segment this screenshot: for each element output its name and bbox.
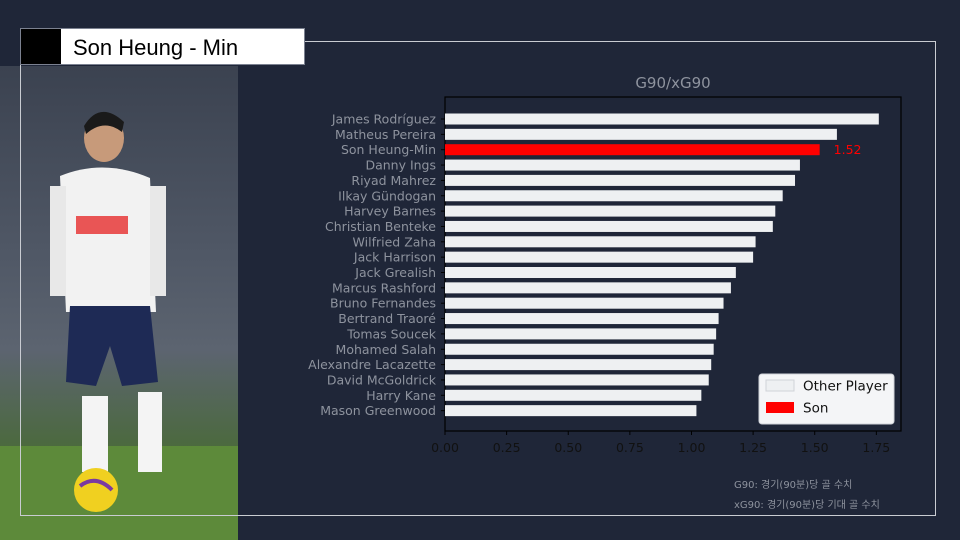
bar — [445, 282, 731, 294]
bar — [445, 128, 837, 140]
y-tick-label: Bruno Fernandes — [330, 296, 436, 311]
x-tick-label: 0.25 — [493, 440, 521, 455]
bar-data-label: 1.52 — [834, 142, 862, 157]
legend-swatch — [765, 379, 795, 392]
x-tick-label: 1.50 — [801, 440, 829, 455]
chart-title: G90/xG90 — [635, 74, 710, 92]
bar-chart: G90/xG90 1.52 James RodríguezMatheus Per… — [308, 74, 902, 455]
y-tick-label: Mason Greenwood — [320, 403, 436, 418]
note-g90: G90: 경기(90분)당 골 수치 — [734, 480, 853, 491]
y-tick-label: Christian Benteke — [325, 219, 436, 234]
bar — [445, 313, 719, 325]
bar — [445, 190, 783, 202]
y-tick-label: Matheus Pereira — [335, 127, 436, 142]
y-tick-label: Son Heung-Min — [341, 142, 436, 157]
x-tick-label: 0.50 — [554, 440, 582, 455]
chart-legend: Other Player Son — [758, 373, 895, 425]
legend-label: Other Player — [803, 379, 888, 395]
y-tick-label: Tomas Soucek — [346, 326, 437, 341]
bar-highlight — [445, 144, 820, 156]
bar — [445, 159, 800, 171]
bar — [445, 343, 714, 355]
x-tick-label: 0.75 — [616, 440, 644, 455]
bar — [445, 297, 724, 309]
bar — [445, 174, 796, 186]
y-tick-label: Mohamed Salah — [336, 342, 436, 357]
x-tick-label: 1.00 — [678, 440, 706, 455]
y-tick-label: Jack Grealish — [354, 265, 436, 280]
y-tick-label: Wilfried Zaha — [353, 234, 436, 249]
y-tick-label: Ilkay Gündogan — [338, 188, 436, 203]
x-tick-label: 0.00 — [431, 440, 459, 455]
bar — [445, 251, 754, 263]
y-tick-label: Danny Ings — [365, 158, 436, 173]
bar — [445, 205, 776, 217]
bar — [445, 113, 879, 125]
y-tick-label: Harry Kane — [366, 388, 436, 403]
legend-label: Son — [803, 401, 828, 417]
legend-swatch — [766, 402, 794, 413]
bar — [445, 328, 717, 340]
x-tick-label: 1.25 — [739, 440, 767, 455]
y-tick-label: Bertrand Traoré — [338, 311, 436, 326]
bar — [445, 359, 712, 371]
y-tick-label: Jack Harrison — [353, 250, 436, 265]
bar — [445, 220, 773, 232]
y-tick-label: James Rodríguez — [331, 112, 437, 127]
y-tick-label: Marcus Rashford — [332, 280, 436, 295]
y-tick-label: Alexandre Lacazette — [308, 357, 436, 372]
y-tick-label: David McGoldrick — [327, 372, 437, 387]
bar — [445, 389, 702, 401]
y-tick-label: Riyad Mahrez — [351, 173, 436, 188]
bar — [445, 236, 756, 248]
bar — [445, 267, 736, 278]
bar — [445, 405, 697, 417]
y-tick-label: Harvey Barnes — [344, 204, 436, 219]
x-tick-label: 1.75 — [862, 440, 890, 455]
bar — [445, 374, 709, 386]
note-xg90: xG90: 경기(90분)당 기대 골 수치 — [734, 500, 880, 511]
